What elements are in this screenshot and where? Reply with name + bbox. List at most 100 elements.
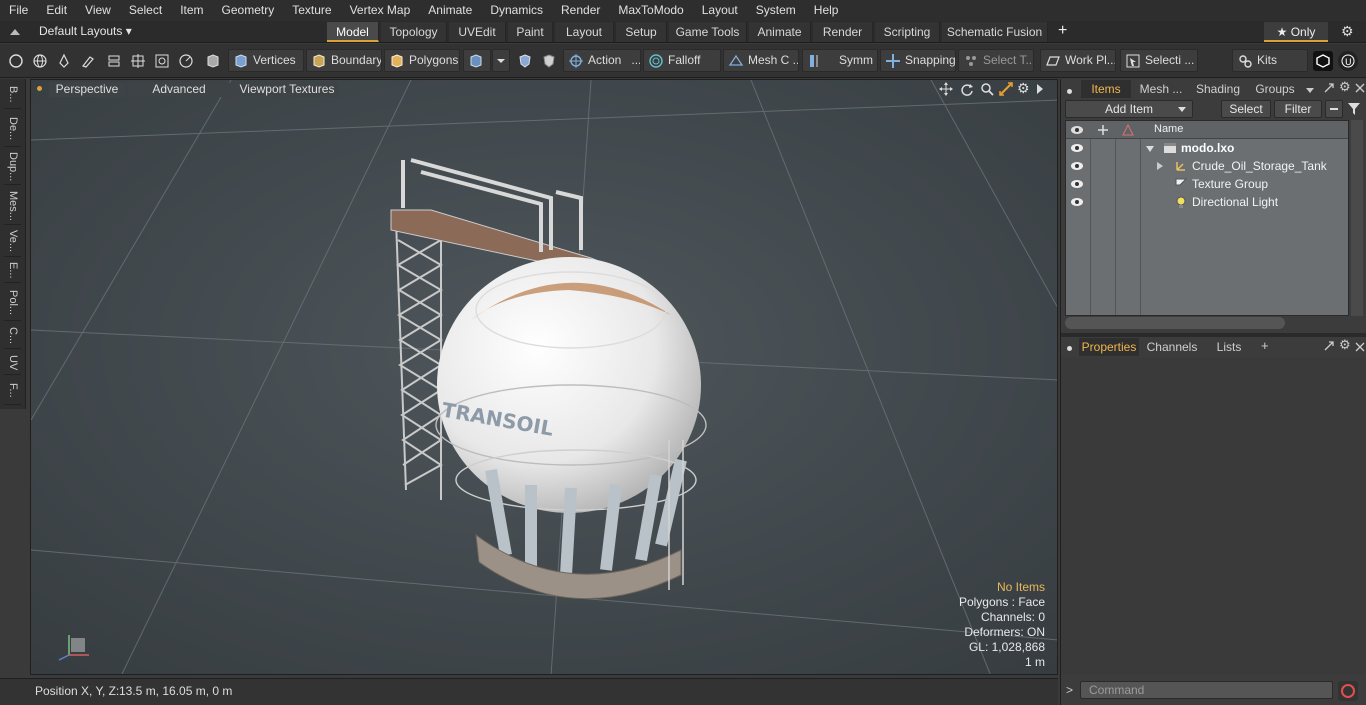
- visibility-eye-icon[interactable]: [1070, 175, 1084, 193]
- properties-expand-icon[interactable]: [1323, 340, 1335, 355]
- viewport-expand-arrow-icon[interactable]: [1035, 83, 1045, 98]
- tab-groups[interactable]: Groups: [1249, 80, 1301, 98]
- add-layout-tab-button[interactable]: +: [1058, 22, 1067, 40]
- layout-settings-gear-icon[interactable]: ⚙: [1341, 23, 1354, 40]
- properties-close-icon[interactable]: [1355, 341, 1365, 355]
- tree-row-texture-group[interactable]: Texture Group: [1066, 175, 1348, 193]
- expand-triangle-icon[interactable]: [1146, 145, 1154, 153]
- filter-button[interactable]: Filter: [1274, 100, 1322, 118]
- menu-item[interactable]: Item: [171, 0, 212, 21]
- symmetry-button[interactable]: Symm ...: [802, 49, 878, 72]
- properties-panel-dot-icon[interactable]: [1067, 346, 1072, 351]
- menu-system[interactable]: System: [747, 0, 805, 21]
- polygons-mode-button[interactable]: Polygons: [384, 49, 460, 72]
- menu-help[interactable]: Help: [805, 0, 848, 21]
- tab-setup[interactable]: Setup: [616, 22, 667, 42]
- tab-properties[interactable]: Properties: [1079, 338, 1139, 356]
- properties-gear-icon[interactable]: ⚙: [1339, 337, 1351, 353]
- name-column-header[interactable]: Name: [1154, 123, 1183, 135]
- items-close-icon[interactable]: [1355, 82, 1365, 96]
- tree-vertical-scrollbar[interactable]: [1351, 120, 1363, 316]
- tab-schematic-fusion[interactable]: Schematic Fusion: [942, 22, 1048, 42]
- tab-lists[interactable]: Lists: [1209, 338, 1249, 356]
- falloff-button[interactable]: Falloff: [643, 49, 721, 72]
- snapping-button[interactable]: Snapping: [880, 49, 956, 72]
- tab-shading[interactable]: Shading: [1191, 80, 1245, 98]
- viewport-textures-button[interactable]: Viewport Textures: [235, 82, 339, 97]
- visibility-eye-icon[interactable]: [1070, 193, 1084, 211]
- strip-tab-uv[interactable]: UV: [4, 351, 21, 375]
- tab-items[interactable]: Items: [1081, 80, 1131, 98]
- strip-tab-fusion[interactable]: F...: [4, 377, 21, 405]
- action-center-button[interactable]: Action ...: [563, 49, 641, 72]
- tab-animate[interactable]: Animate: [749, 22, 811, 42]
- funnel-filter-icon[interactable]: [1347, 102, 1361, 119]
- tab-channels[interactable]: Channels: [1145, 338, 1199, 356]
- tab-model[interactable]: Model: [327, 22, 379, 42]
- unreal-logo-icon[interactable]: U: [1338, 51, 1358, 71]
- strip-tab-vertex[interactable]: Ve...: [4, 227, 21, 257]
- rotate-circle-icon[interactable]: [176, 51, 196, 71]
- orbit-rotate-icon[interactable]: [960, 82, 974, 99]
- select-button[interactable]: Select: [1221, 100, 1271, 118]
- menu-edit[interactable]: Edit: [37, 0, 76, 21]
- item-mode-icon[interactable]: [203, 51, 223, 71]
- fit-view-icon[interactable]: [999, 82, 1013, 99]
- menu-view[interactable]: View: [76, 0, 120, 21]
- tree-horizontal-scrollbar[interactable]: [1065, 317, 1285, 329]
- add-properties-tab-button[interactable]: +: [1261, 338, 1269, 353]
- zoom-magnifier-icon[interactable]: [980, 82, 994, 99]
- items-expand-icon[interactable]: [1323, 82, 1335, 97]
- mesh-constraint-button[interactable]: Mesh C ...: [723, 49, 799, 72]
- default-layouts-dropdown[interactable]: Default Layouts ▾: [39, 24, 132, 38]
- menu-vertex-map[interactable]: Vertex Map: [341, 0, 420, 21]
- only-toggle-button[interactable]: ★ Only: [1264, 22, 1328, 42]
- menu-maxtomodo[interactable]: MaxToModo: [609, 0, 692, 21]
- transform-icon[interactable]: [128, 51, 148, 71]
- material-mode-button[interactable]: [463, 49, 491, 72]
- command-input[interactable]: Command: [1080, 681, 1333, 699]
- tab-scripting[interactable]: Scripting: [875, 22, 940, 42]
- viewport-settings-gear-icon[interactable]: ⚙: [1017, 80, 1030, 97]
- perspective-view-button[interactable]: Perspective: [49, 82, 125, 97]
- menu-select[interactable]: Select: [120, 0, 171, 21]
- vertices-mode-button[interactable]: Vertices: [228, 49, 304, 72]
- collapse-list-button[interactable]: [1325, 100, 1343, 118]
- menu-animate[interactable]: Animate: [419, 0, 481, 21]
- tab-render[interactable]: Render: [813, 22, 873, 42]
- tree-row-mesh[interactable]: Crude_Oil_Storage_Tank: [1066, 157, 1348, 175]
- tab-layout[interactable]: Layout: [555, 22, 614, 42]
- tab-mesh-ops[interactable]: Mesh ...: [1135, 80, 1187, 98]
- advanced-shading-button[interactable]: Advanced: [128, 82, 230, 97]
- items-panel-dot-icon[interactable]: [1067, 89, 1072, 94]
- expand-triangle-icon[interactable]: [1156, 162, 1164, 170]
- tree-row-scene[interactable]: modo.lxo: [1066, 139, 1348, 157]
- align-icon[interactable]: [104, 51, 124, 71]
- menu-geometry[interactable]: Geometry: [213, 0, 284, 21]
- viewport-menu-dot-icon[interactable]: [37, 86, 42, 91]
- menu-texture[interactable]: Texture: [283, 0, 340, 21]
- items-tab-dropdown-icon[interactable]: [1305, 84, 1315, 98]
- strip-tab-curve[interactable]: C...: [4, 323, 21, 349]
- layout-collapse-icon[interactable]: [8, 25, 22, 39]
- tab-uvedit[interactable]: UVEdit: [449, 22, 506, 42]
- kits-button[interactable]: Kits: [1232, 49, 1308, 72]
- 3d-viewport[interactable]: TRANSOIL Perspective Advanced Viewport T…: [30, 79, 1058, 675]
- tab-paint[interactable]: Paint: [508, 22, 553, 42]
- strip-tab-deform[interactable]: De...: [4, 111, 21, 147]
- brush-icon[interactable]: [78, 51, 98, 71]
- tree-row-directional-light[interactable]: Directional Light: [1066, 193, 1348, 211]
- strip-tab-basic[interactable]: B...: [4, 81, 21, 109]
- select-through-button[interactable]: Select T...: [958, 49, 1034, 72]
- tab-game-tools[interactable]: Game Tools: [669, 22, 747, 42]
- selection-sets-button[interactable]: Selecti ...: [1120, 49, 1198, 72]
- strip-tab-duplicate[interactable]: Dup...: [4, 149, 21, 185]
- items-gear-icon[interactable]: ⚙: [1339, 79, 1351, 95]
- material-dropdown-button[interactable]: [492, 49, 510, 72]
- pan-move-icon[interactable]: [939, 82, 953, 99]
- boundary-mode-button[interactable]: Boundary: [306, 49, 382, 72]
- unity-logo-icon[interactable]: [1313, 51, 1333, 71]
- record-macro-icon[interactable]: [1338, 681, 1358, 701]
- panel-divider[interactable]: [1061, 333, 1366, 337]
- globe-icon[interactable]: [30, 51, 50, 71]
